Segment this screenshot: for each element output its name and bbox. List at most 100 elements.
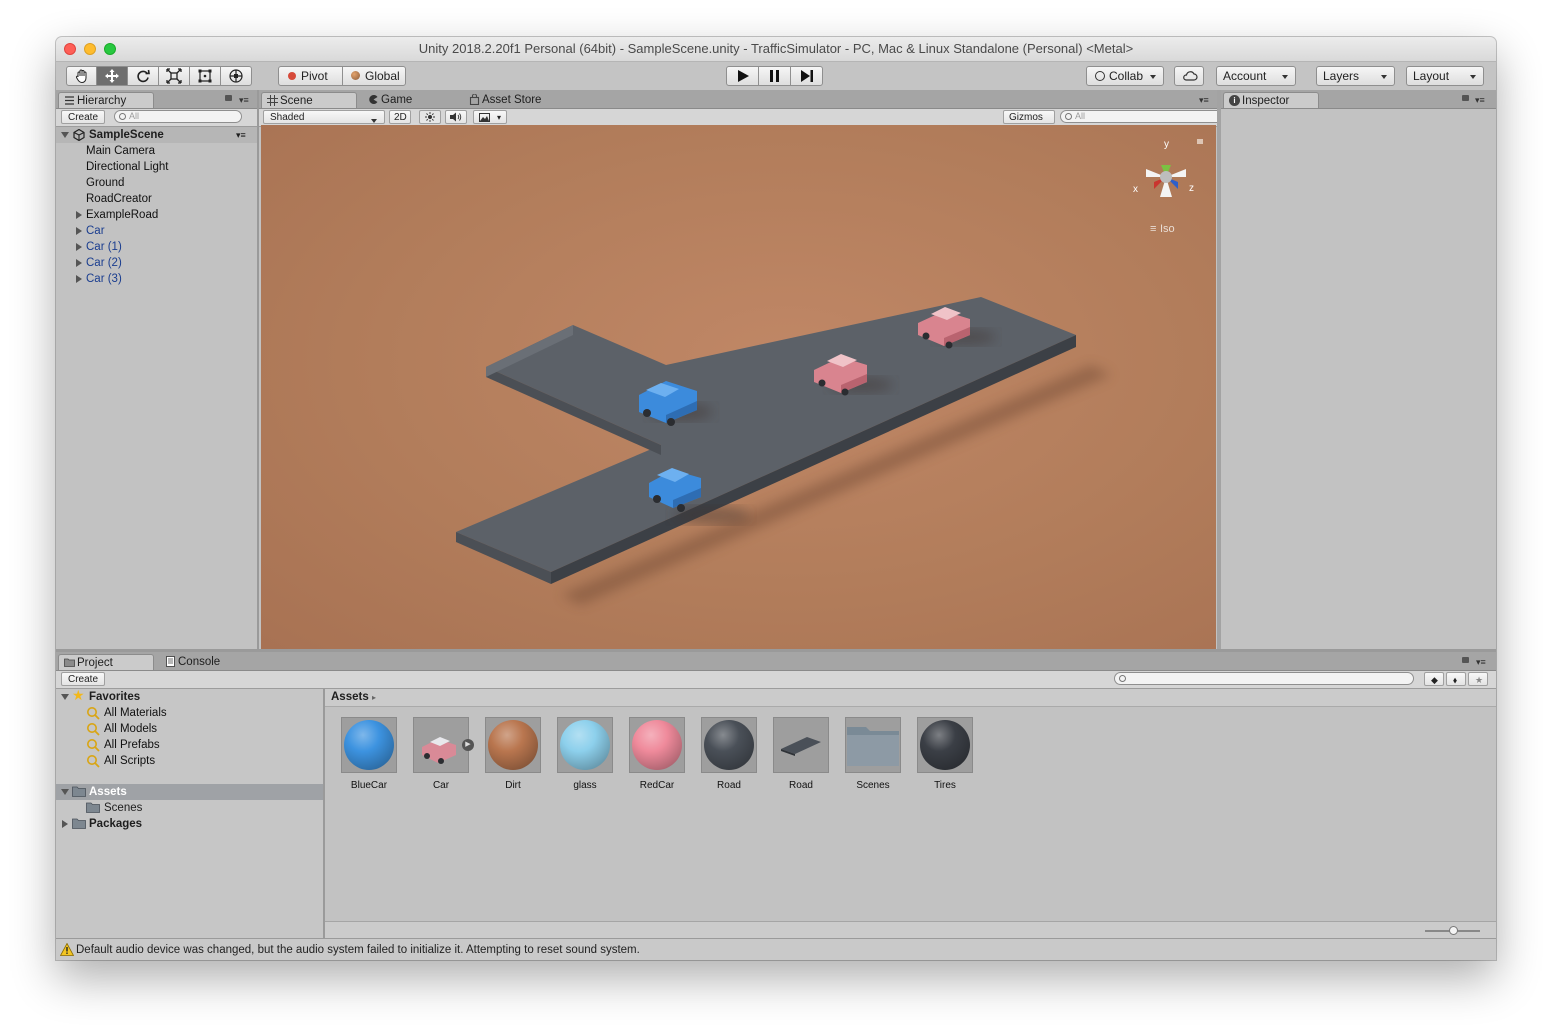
play-button[interactable]: [726, 66, 759, 86]
scene-audio-toggle[interactable]: [445, 110, 467, 124]
global-toggle[interactable]: Global: [342, 66, 406, 86]
hierarchy-item[interactable]: Car: [56, 223, 257, 239]
hierarchy-item[interactable]: Ground: [56, 175, 257, 191]
favorite-filter-button[interactable]: ★: [1468, 672, 1488, 686]
inspector-menu-icon[interactable]: ▾≡: [1475, 95, 1485, 106]
hierarchy-item[interactable]: ExampleRoad: [56, 207, 257, 223]
transform-tool-button[interactable]: [221, 66, 252, 86]
layers-dropdown[interactable]: Layers: [1316, 66, 1395, 86]
tab-asset-store[interactable]: Asset Store: [464, 92, 564, 108]
projection-label[interactable]: Iso: [1160, 223, 1175, 235]
minimize-window-button[interactable]: [84, 43, 96, 55]
hierarchy-item[interactable]: Car (2): [56, 255, 257, 271]
scene-panel-menu-icon[interactable]: ▾≡: [1199, 95, 1209, 106]
pivot-toggle[interactable]: Pivot: [278, 66, 343, 86]
splitter-left[interactable]: [257, 90, 259, 650]
expand-arrow-icon[interactable]: [76, 259, 82, 267]
material-sphere-icon: [488, 720, 538, 770]
asset-item[interactable]: Road: [700, 717, 758, 791]
zoom-window-button[interactable]: [104, 43, 116, 55]
favorite-item[interactable]: All Models: [56, 721, 323, 737]
material-sphere-icon: [920, 720, 970, 770]
assets-folder-row[interactable]: Assets: [56, 784, 323, 800]
tab-inspector[interactable]: i Inspector: [1223, 92, 1319, 108]
step-button[interactable]: [790, 66, 823, 86]
gizmo-lock-icon[interactable]: [1197, 139, 1203, 144]
project-search-input[interactable]: [1114, 672, 1414, 685]
close-window-button[interactable]: [64, 43, 76, 55]
cloud-button[interactable]: [1174, 66, 1204, 86]
hand-tool-button[interactable]: [66, 66, 97, 86]
hierarchy-item[interactable]: Main Camera: [56, 143, 257, 159]
expand-arrow-icon[interactable]: [76, 275, 82, 283]
scenes-folder-row[interactable]: Scenes: [56, 800, 323, 816]
tab-game[interactable]: Game: [363, 92, 453, 108]
hierarchy-item[interactable]: RoadCreator: [56, 191, 257, 207]
move-tool-button[interactable]: [97, 66, 128, 86]
inspector-lock-icon[interactable]: [1462, 95, 1469, 101]
expand-arrow-icon[interactable]: [61, 132, 69, 138]
panel-menu-icon[interactable]: ▾≡: [239, 95, 249, 106]
expand-arrow-icon[interactable]: [62, 820, 68, 828]
expand-arrow-icon[interactable]: [76, 243, 82, 251]
expand-arrow-icon[interactable]: [61, 789, 69, 795]
layout-dropdown[interactable]: Layout: [1406, 66, 1484, 86]
expand-arrow-icon[interactable]: [76, 211, 82, 219]
pacman-icon: [369, 95, 378, 104]
collab-dropdown[interactable]: Collab: [1086, 66, 1164, 86]
asset-item[interactable]: Scenes: [844, 717, 902, 791]
asset-item[interactable]: glass: [556, 717, 614, 791]
inspector-panel: [1221, 109, 1496, 649]
favorite-item[interactable]: All Scripts: [56, 753, 323, 769]
packages-folder-row[interactable]: Packages: [56, 816, 323, 832]
favorite-item[interactable]: All Prefabs: [56, 737, 323, 753]
draw-mode-dropdown[interactable]: Shaded: [263, 110, 385, 124]
expand-arrow-icon[interactable]: [61, 694, 69, 700]
asset-item[interactable]: Road: [772, 717, 830, 791]
asset-thumbnail: [557, 717, 613, 773]
asset-item[interactable]: ▶ Car: [412, 717, 474, 791]
project-menu-icon[interactable]: ▾≡: [1476, 657, 1486, 668]
lock-icon[interactable]: [225, 95, 232, 101]
scene-render: y x z ≡ Iso: [456, 139, 1203, 605]
asset-item[interactable]: Dirt: [484, 717, 542, 791]
tab-console[interactable]: Console: [160, 654, 250, 670]
account-dropdown[interactable]: Account: [1216, 66, 1296, 86]
asset-item[interactable]: BlueCar: [340, 717, 398, 791]
scene-menu-icon[interactable]: ▾≡: [236, 127, 246, 143]
status-message[interactable]: Default audio device was changed, but th…: [76, 939, 640, 960]
asset-item[interactable]: RedCar: [628, 717, 686, 791]
transform-tools: [66, 66, 252, 86]
filter-by-type-button[interactable]: ◆: [1424, 672, 1444, 686]
asset-item[interactable]: Tires: [916, 717, 974, 791]
hierarchy-item[interactable]: Car (3): [56, 271, 257, 287]
hierarchy-item[interactable]: Directional Light: [56, 159, 257, 175]
gizmos-dropdown[interactable]: Gizmos ▾: [1003, 110, 1055, 137]
favorite-item[interactable]: All Materials: [56, 705, 323, 721]
toggle-2d-button[interactable]: 2D: [389, 110, 411, 124]
breadcrumb-assets[interactable]: Assets: [331, 689, 369, 706]
scene-lighting-toggle[interactable]: [419, 110, 441, 124]
scene-row[interactable]: SampleScene ▾≡: [56, 127, 257, 143]
tab-project[interactable]: Project: [58, 654, 154, 670]
project-lock-icon[interactable]: [1462, 657, 1469, 663]
filter-by-label-button[interactable]: ⬧: [1446, 672, 1466, 686]
expand-prefab-icon[interactable]: ▶: [462, 739, 474, 751]
tab-scene[interactable]: Scene: [261, 92, 357, 108]
scene-effects-dropdown[interactable]: ▾: [473, 110, 507, 124]
scale-tool-button[interactable]: [159, 66, 190, 86]
scene-viewport[interactable]: y x z ≡ Iso: [261, 125, 1216, 649]
hierarchy-create-button[interactable]: Create ▾: [61, 110, 105, 137]
tab-hierarchy[interactable]: Hierarchy: [58, 92, 154, 108]
zoom-slider-thumb[interactable]: [1449, 926, 1458, 935]
expand-arrow-icon[interactable]: [76, 227, 82, 235]
splitter-right[interactable]: [1217, 90, 1221, 650]
orientation-gizmo[interactable]: y x z: [1133, 139, 1194, 197]
rotate-tool-button[interactable]: [128, 66, 159, 86]
hierarchy-search-input[interactable]: All: [114, 110, 242, 123]
pause-button[interactable]: [758, 66, 791, 86]
project-create-button[interactable]: Create ▾: [61, 672, 105, 699]
rect-tool-button[interactable]: [190, 66, 221, 86]
hierarchy-item[interactable]: Car (1): [56, 239, 257, 255]
favorites-row[interactable]: ★ Favorites: [56, 687, 323, 705]
